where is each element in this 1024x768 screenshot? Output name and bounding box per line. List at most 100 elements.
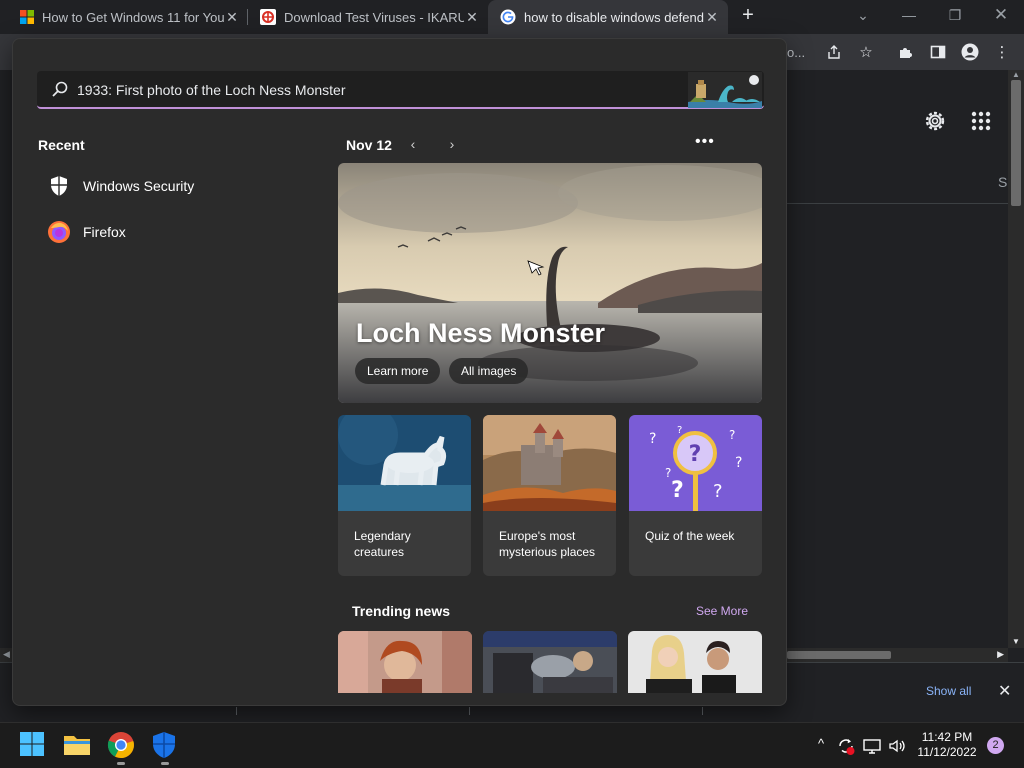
tab-strip: How to Get Windows 11 for Your ✕ Downloa…: [0, 0, 1024, 34]
svg-text:?: ?: [735, 455, 742, 471]
hero-title: Loch Ness Monster: [356, 318, 606, 348]
tab-windows11[interactable]: How to Get Windows 11 for Your ✕: [8, 0, 248, 34]
new-tab-icon[interactable]: +: [737, 5, 759, 27]
recent-item-windows-security[interactable]: Windows Security: [37, 168, 297, 204]
profile-icon[interactable]: [959, 41, 981, 63]
tab-close-icon[interactable]: ✕: [704, 9, 720, 26]
firefox-icon: [48, 221, 70, 243]
ikarus-icon: [260, 9, 276, 25]
windows-security-icon: [153, 732, 175, 758]
previous-day-icon[interactable]: ‹: [404, 136, 422, 154]
file-explorer-icon: [64, 736, 90, 755]
tab-ikarus[interactable]: Download Test Viruses - IKARUS ✕: [248, 0, 488, 34]
card-legendary-creatures[interactable]: Legendary creatures: [338, 415, 471, 576]
volume-icon[interactable]: [887, 736, 907, 756]
download-divider: [236, 707, 237, 715]
scroll-up-icon[interactable]: ▲: [1012, 70, 1020, 79]
recent-heading: Recent: [38, 137, 85, 153]
tab-google-search[interactable]: how to disable windows defende ✕: [488, 0, 728, 34]
card-caption: Europe's most mysterious places: [499, 529, 596, 559]
system-clock[interactable]: 11:42 PM 11/12/2022: [916, 730, 978, 760]
loch-ness-doodle-icon[interactable]: [688, 72, 762, 108]
see-more-link[interactable]: See More: [696, 604, 748, 618]
taskbar-chrome[interactable]: [107, 731, 135, 765]
start-icon: [20, 732, 44, 756]
recent-item-label: Windows Security: [83, 178, 195, 194]
start-button[interactable]: [19, 731, 47, 759]
quiz-image: ? ? ? ? ? ? ? ?: [629, 415, 762, 511]
clock-time: 11:42 PM: [921, 730, 973, 744]
windows-security-icon: [51, 176, 67, 196]
taskbar: ^ 11:42 PM 11/12/2022 2: [0, 722, 1024, 768]
recent-item-firefox[interactable]: Firefox: [37, 214, 297, 250]
tab-title: How to Get Windows 11 for Your: [42, 9, 224, 25]
google-icon: [500, 9, 516, 25]
more-options-icon[interactable]: •••: [695, 133, 715, 151]
svg-text:?: ?: [671, 478, 684, 503]
scrollbar-thumb[interactable]: [1011, 80, 1021, 206]
news-image: [628, 631, 762, 693]
notification-badge[interactable]: 2: [987, 737, 1004, 754]
tab-close-icon[interactable]: ✕: [224, 9, 240, 26]
all-images-button[interactable]: All images: [449, 358, 529, 384]
show-all-downloads-link[interactable]: Show all: [926, 684, 971, 698]
minimize-icon[interactable]: —: [886, 0, 932, 30]
running-indicator: [161, 762, 169, 765]
tab-close-icon[interactable]: ✕: [464, 9, 480, 26]
tab-search-icon[interactable]: ⌄: [840, 0, 886, 30]
sync-alert-icon[interactable]: [836, 736, 856, 756]
vertical-scrollbar[interactable]: ▲ ▼: [1008, 70, 1024, 648]
share-icon[interactable]: [823, 41, 845, 63]
close-download-bar-icon[interactable]: ✕: [998, 681, 1011, 701]
settings-gear-icon[interactable]: [922, 108, 948, 134]
recent-item-label: Firefox: [83, 224, 126, 240]
bookmark-star-icon[interactable]: ☆: [855, 41, 877, 63]
card-caption: Legendary creatures: [354, 529, 411, 559]
page-partial-text: S: [998, 174, 1008, 190]
show-hidden-icons-icon[interactable]: ^: [811, 736, 831, 756]
clock-date: 11/12/2022: [917, 745, 977, 759]
tab-title: Download Test Viruses - IKARUS: [284, 9, 464, 25]
svg-text:?: ?: [689, 442, 702, 467]
castle-image: [483, 415, 616, 511]
news-image: [483, 631, 617, 693]
learn-more-button[interactable]: Learn more: [355, 358, 441, 384]
date-heading: Nov 12: [346, 137, 392, 153]
hero-card[interactable]: Loch Ness Monster Learn more All images: [338, 163, 762, 403]
extensions-icon[interactable]: [895, 41, 917, 63]
apps-grid-icon[interactable]: [970, 110, 992, 132]
scroll-down-icon[interactable]: ▼: [1012, 637, 1020, 646]
scroll-right-icon[interactable]: ▶: [997, 649, 1004, 660]
omnibox-text[interactable]: o...: [787, 45, 805, 60]
tab-title: how to disable windows defende: [524, 9, 704, 25]
unicorn-image: [338, 415, 471, 511]
menu-kebab-icon[interactable]: ⋮: [991, 41, 1013, 63]
svg-text:?: ?: [677, 425, 682, 436]
svg-text:?: ?: [713, 481, 723, 502]
download-divider: [469, 707, 470, 715]
news-card[interactable]: [338, 631, 472, 693]
taskbar-windows-security[interactable]: [151, 731, 179, 765]
chrome-icon: [107, 732, 134, 759]
network-icon[interactable]: [862, 736, 882, 756]
news-card[interactable]: [628, 631, 762, 693]
card-mysterious-places[interactable]: Europe's most mysterious places: [483, 415, 616, 576]
page-divider: [787, 203, 1008, 204]
side-panel-icon[interactable]: [927, 41, 949, 63]
scrollbar-thumb[interactable]: [787, 651, 891, 659]
microsoft-icon: [20, 10, 34, 24]
windows-search-flyout: Recent Windows Security Firefox Nov 12 ‹…: [12, 38, 787, 706]
running-indicator: [117, 762, 125, 765]
news-image: [338, 631, 472, 693]
search-box[interactable]: [37, 71, 764, 109]
taskbar-file-explorer[interactable]: [63, 731, 91, 759]
news-card[interactable]: [483, 631, 617, 693]
close-window-icon[interactable]: ✕: [978, 0, 1024, 30]
download-divider: [702, 707, 703, 715]
search-input[interactable]: [77, 79, 677, 101]
restore-icon[interactable]: ❐: [932, 0, 978, 30]
card-quiz-of-the-week[interactable]: ? ? ? ? ? ? ? ? Quiz of the week: [629, 415, 762, 576]
trending-news-heading: Trending news: [352, 603, 451, 619]
scroll-left-icon[interactable]: ◀: [3, 649, 10, 660]
next-day-icon[interactable]: ›: [443, 136, 461, 154]
